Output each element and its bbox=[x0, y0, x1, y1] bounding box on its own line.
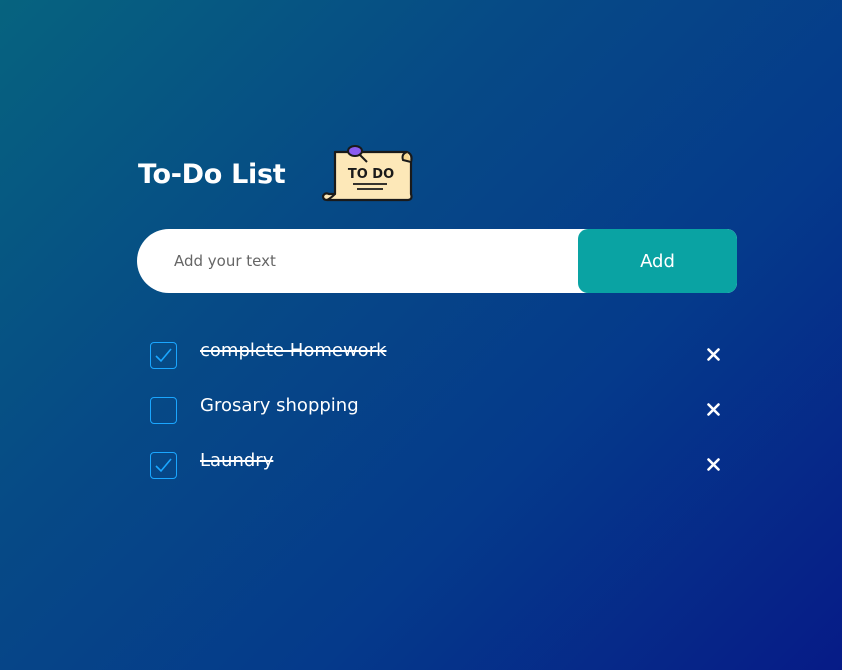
task-text: Laundry bbox=[200, 450, 274, 471]
add-task-row: Add bbox=[137, 229, 737, 293]
task-list: complete Homework Grosary shopping Laund… bbox=[137, 330, 737, 495]
close-icon[interactable] bbox=[702, 343, 724, 365]
task-checkbox[interactable] bbox=[150, 452, 177, 479]
close-icon[interactable] bbox=[702, 398, 724, 420]
add-button[interactable]: Add bbox=[578, 229, 737, 293]
list-item: Laundry bbox=[137, 440, 737, 495]
task-checkbox[interactable] bbox=[150, 397, 177, 424]
page-title: To-Do List bbox=[138, 158, 286, 190]
close-icon[interactable] bbox=[702, 453, 724, 475]
task-checkbox[interactable] bbox=[150, 342, 177, 369]
list-item: Grosary shopping bbox=[137, 385, 737, 440]
task-text: Grosary shopping bbox=[200, 395, 359, 416]
logo-text: TO DO bbox=[348, 167, 394, 182]
header: To-Do List TO DO bbox=[137, 140, 737, 208]
task-text: complete Homework bbox=[200, 340, 387, 361]
checkmark-icon bbox=[155, 458, 172, 473]
checkmark-icon bbox=[155, 348, 172, 363]
list-item: complete Homework bbox=[137, 330, 737, 385]
task-input[interactable] bbox=[137, 229, 578, 293]
todo-app: To-Do List TO DO Add complete Homework bbox=[137, 140, 737, 479]
todo-note-icon: TO DO bbox=[322, 145, 413, 202]
